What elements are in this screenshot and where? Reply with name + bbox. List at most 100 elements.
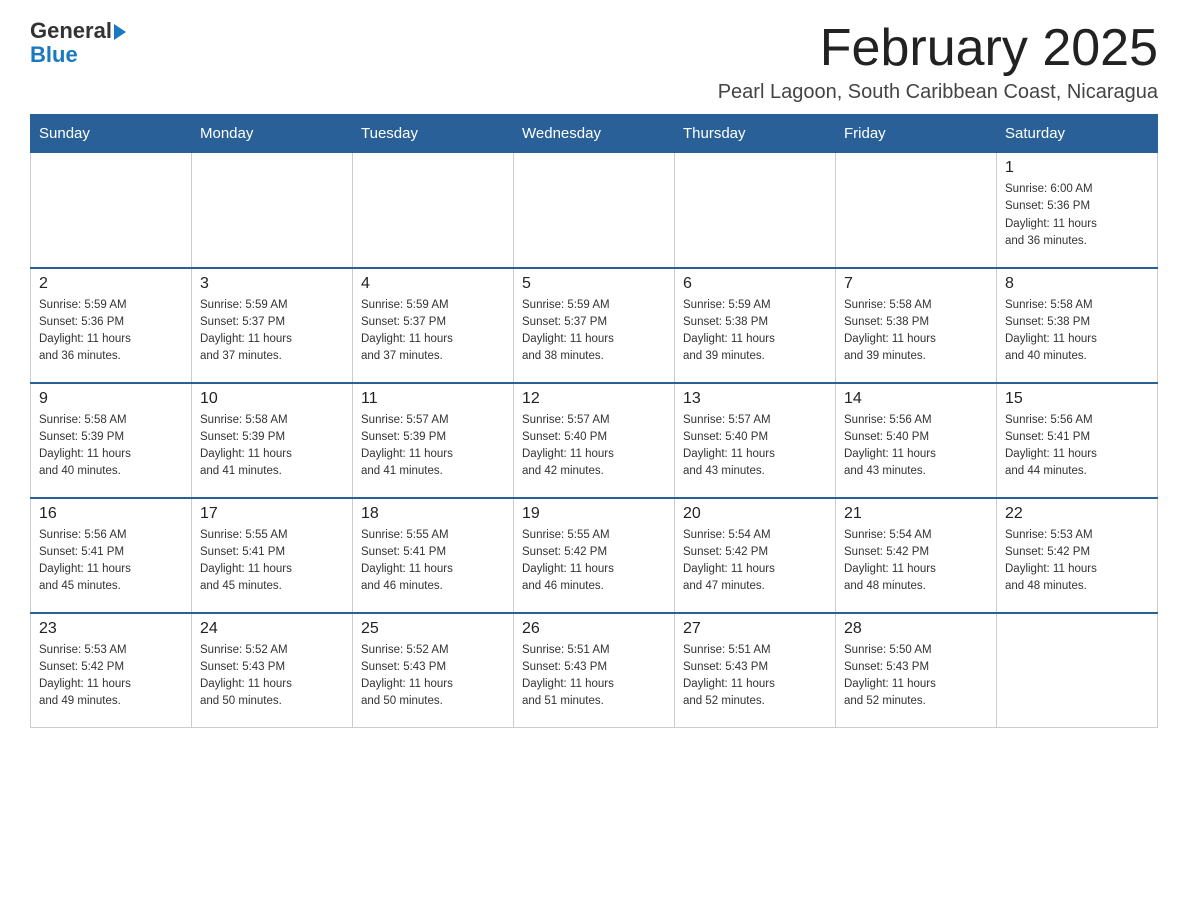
- day-number: 10: [200, 390, 344, 408]
- month-title: February 2025: [718, 20, 1158, 77]
- day-number: 19: [522, 505, 666, 523]
- logo-blue-text: Blue: [30, 42, 78, 67]
- calendar-week-row: 23Sunrise: 5:53 AM Sunset: 5:42 PM Dayli…: [31, 613, 1158, 728]
- table-row: 25 Sunrise: 5:52 AM Sunset: 5:43 PM Dayli…: [353, 613, 514, 728]
- day-info: Sunrise: 5:59 AM Sunset: 5:37 PM Dayligh…: [200, 297, 344, 366]
- day-number: 20: [683, 505, 827, 523]
- table-row: 14 Sunrise: 5:56 AM Sunset: 5:40 PM Dayli…: [836, 383, 997, 498]
- day-number: 15: [1005, 390, 1149, 408]
- table-row: 11 Sunrise: 5:57 AM Sunset: 5:39 PM Dayli…: [353, 383, 514, 498]
- table-row: 24 Sunrise: 5:52 AM Sunset: 5:43 PM Dayli…: [192, 613, 353, 728]
- calendar-week-row: 2 Sunrise: 5:59 AM Sunset: 5:36 PM Daylig…: [31, 268, 1158, 383]
- day-info: Sunrise: 5:59 AM Sunset: 5:38 PM Dayligh…: [683, 297, 827, 366]
- calendar-table: Sunday Monday Tuesday Wednesday Thursday…: [30, 114, 1158, 728]
- day-number: 26: [522, 620, 666, 638]
- table-row: 8 Sunrise: 5:58 AM Sunset: 5:38 PM Daylig…: [997, 268, 1158, 383]
- table-row: [31, 153, 192, 268]
- day-number: 3: [200, 275, 344, 293]
- table-row: 1 Sunrise: 6:00 AM Sunset: 5:36 PM Daylig…: [997, 153, 1158, 268]
- calendar-week-row: 9 Sunrise: 5:58 AM Sunset: 5:39 PM Daylig…: [31, 383, 1158, 498]
- table-row: [353, 153, 514, 268]
- day-number: 2: [39, 275, 183, 293]
- day-number: 21: [844, 505, 988, 523]
- table-row: 15Sunrise: 5:56 AM Sunset: 5:41 PM Dayli…: [997, 383, 1158, 498]
- day-number: 11: [361, 390, 505, 408]
- day-info: Sunrise: 5:51 AM Sunset: 5:43 PM Dayligh…: [683, 642, 827, 711]
- day-number: 16: [39, 505, 183, 523]
- table-row: 7 Sunrise: 5:58 AM Sunset: 5:38 PM Daylig…: [836, 268, 997, 383]
- day-info: Sunrise: 5:56 AM Sunset: 5:41 PM Dayligh…: [39, 527, 183, 596]
- page-header: General Blue February 2025 Pearl Lagoon,…: [30, 20, 1158, 104]
- table-row: 19 Sunrise: 5:55 AM Sunset: 5:42 PM Dayli…: [514, 498, 675, 613]
- day-info: Sunrise: 5:55 AM Sunset: 5:41 PM Dayligh…: [361, 527, 505, 596]
- day-number: 4: [361, 275, 505, 293]
- calendar-header-row: Sunday Monday Tuesday Wednesday Thursday…: [31, 115, 1158, 153]
- day-info: Sunrise: 5:54 AM Sunset: 5:42 PM Dayligh…: [844, 527, 988, 596]
- day-info: Sunrise: 5:52 AM Sunset: 5:43 PM Dayligh…: [361, 642, 505, 711]
- col-saturday: Saturday: [997, 115, 1158, 153]
- day-number: 18: [361, 505, 505, 523]
- day-info: Sunrise: 5:55 AM Sunset: 5:42 PM Dayligh…: [522, 527, 666, 596]
- title-area: February 2025 Pearl Lagoon, South Caribb…: [718, 20, 1158, 104]
- day-number: 13: [683, 390, 827, 408]
- logo: General Blue: [30, 20, 126, 68]
- col-friday: Friday: [836, 115, 997, 153]
- table-row: 13 Sunrise: 5:57 AM Sunset: 5:40 PM Dayli…: [675, 383, 836, 498]
- col-sunday: Sunday: [31, 115, 192, 153]
- day-info: Sunrise: 5:54 AM Sunset: 5:42 PM Dayligh…: [683, 527, 827, 596]
- day-info: Sunrise: 5:57 AM Sunset: 5:40 PM Dayligh…: [683, 412, 827, 481]
- table-row: 22Sunrise: 5:53 AM Sunset: 5:42 PM Dayli…: [997, 498, 1158, 613]
- logo-arrow-icon: [114, 24, 126, 40]
- day-number: 25: [361, 620, 505, 638]
- table-row: 6Sunrise: 5:59 AM Sunset: 5:38 PM Daylig…: [675, 268, 836, 383]
- day-info: Sunrise: 5:59 AM Sunset: 5:37 PM Dayligh…: [361, 297, 505, 366]
- day-info: Sunrise: 5:58 AM Sunset: 5:39 PM Dayligh…: [200, 412, 344, 481]
- col-thursday: Thursday: [675, 115, 836, 153]
- table-row: 18 Sunrise: 5:55 AM Sunset: 5:41 PM Dayli…: [353, 498, 514, 613]
- day-info: Sunrise: 5:57 AM Sunset: 5:40 PM Dayligh…: [522, 412, 666, 481]
- col-tuesday: Tuesday: [353, 115, 514, 153]
- day-info: Sunrise: 5:52 AM Sunset: 5:43 PM Dayligh…: [200, 642, 344, 711]
- col-wednesday: Wednesday: [514, 115, 675, 153]
- day-number: 8: [1005, 275, 1149, 293]
- day-info: Sunrise: 5:57 AM Sunset: 5:39 PM Dayligh…: [361, 412, 505, 481]
- day-number: 12: [522, 390, 666, 408]
- table-row: 12 Sunrise: 5:57 AM Sunset: 5:40 PM Dayli…: [514, 383, 675, 498]
- logo-general-text: General: [30, 20, 112, 42]
- day-number: 5: [522, 275, 666, 293]
- table-row: [836, 153, 997, 268]
- day-number: 9: [39, 390, 183, 408]
- calendar-week-row: 16 Sunrise: 5:56 AM Sunset: 5:41 PM Dayli…: [31, 498, 1158, 613]
- table-row: 21 Sunrise: 5:54 AM Sunset: 5:42 PM Dayli…: [836, 498, 997, 613]
- day-info: Sunrise: 6:00 AM Sunset: 5:36 PM Dayligh…: [1005, 181, 1149, 250]
- table-row: 5 Sunrise: 5:59 AM Sunset: 5:37 PM Daylig…: [514, 268, 675, 383]
- day-number: 7: [844, 275, 988, 293]
- day-info: Sunrise: 5:59 AM Sunset: 5:36 PM Dayligh…: [39, 297, 183, 366]
- day-number: 14: [844, 390, 988, 408]
- day-number: 17: [200, 505, 344, 523]
- table-row: 23Sunrise: 5:53 AM Sunset: 5:42 PM Dayli…: [31, 613, 192, 728]
- day-info: Sunrise: 5:58 AM Sunset: 5:38 PM Dayligh…: [1005, 297, 1149, 366]
- day-info: Sunrise: 5:53 AM Sunset: 5:42 PM Dayligh…: [39, 642, 183, 711]
- day-info: Sunrise: 5:58 AM Sunset: 5:38 PM Dayligh…: [844, 297, 988, 366]
- table-row: 27 Sunrise: 5:51 AM Sunset: 5:43 PM Dayli…: [675, 613, 836, 728]
- day-info: Sunrise: 5:56 AM Sunset: 5:40 PM Dayligh…: [844, 412, 988, 481]
- day-info: Sunrise: 5:55 AM Sunset: 5:41 PM Dayligh…: [200, 527, 344, 596]
- location-subtitle: Pearl Lagoon, South Caribbean Coast, Nic…: [718, 81, 1158, 104]
- table-row: 26 Sunrise: 5:51 AM Sunset: 5:43 PM Dayli…: [514, 613, 675, 728]
- table-row: 9 Sunrise: 5:58 AM Sunset: 5:39 PM Daylig…: [31, 383, 192, 498]
- day-info: Sunrise: 5:51 AM Sunset: 5:43 PM Dayligh…: [522, 642, 666, 711]
- table-row: 20 Sunrise: 5:54 AM Sunset: 5:42 PM Dayli…: [675, 498, 836, 613]
- table-row: 10 Sunrise: 5:58 AM Sunset: 5:39 PM Dayli…: [192, 383, 353, 498]
- table-row: 2 Sunrise: 5:59 AM Sunset: 5:36 PM Daylig…: [31, 268, 192, 383]
- day-info: Sunrise: 5:58 AM Sunset: 5:39 PM Dayligh…: [39, 412, 183, 481]
- day-info: Sunrise: 5:53 AM Sunset: 5:42 PM Dayligh…: [1005, 527, 1149, 596]
- day-info: Sunrise: 5:59 AM Sunset: 5:37 PM Dayligh…: [522, 297, 666, 366]
- table-row: 3 Sunrise: 5:59 AM Sunset: 5:37 PM Daylig…: [192, 268, 353, 383]
- day-number: 28: [844, 620, 988, 638]
- table-row: [675, 153, 836, 268]
- day-number: 27: [683, 620, 827, 638]
- day-info: Sunrise: 5:50 AM Sunset: 5:43 PM Dayligh…: [844, 642, 988, 711]
- day-number: 24: [200, 620, 344, 638]
- day-number: 1: [1005, 159, 1149, 177]
